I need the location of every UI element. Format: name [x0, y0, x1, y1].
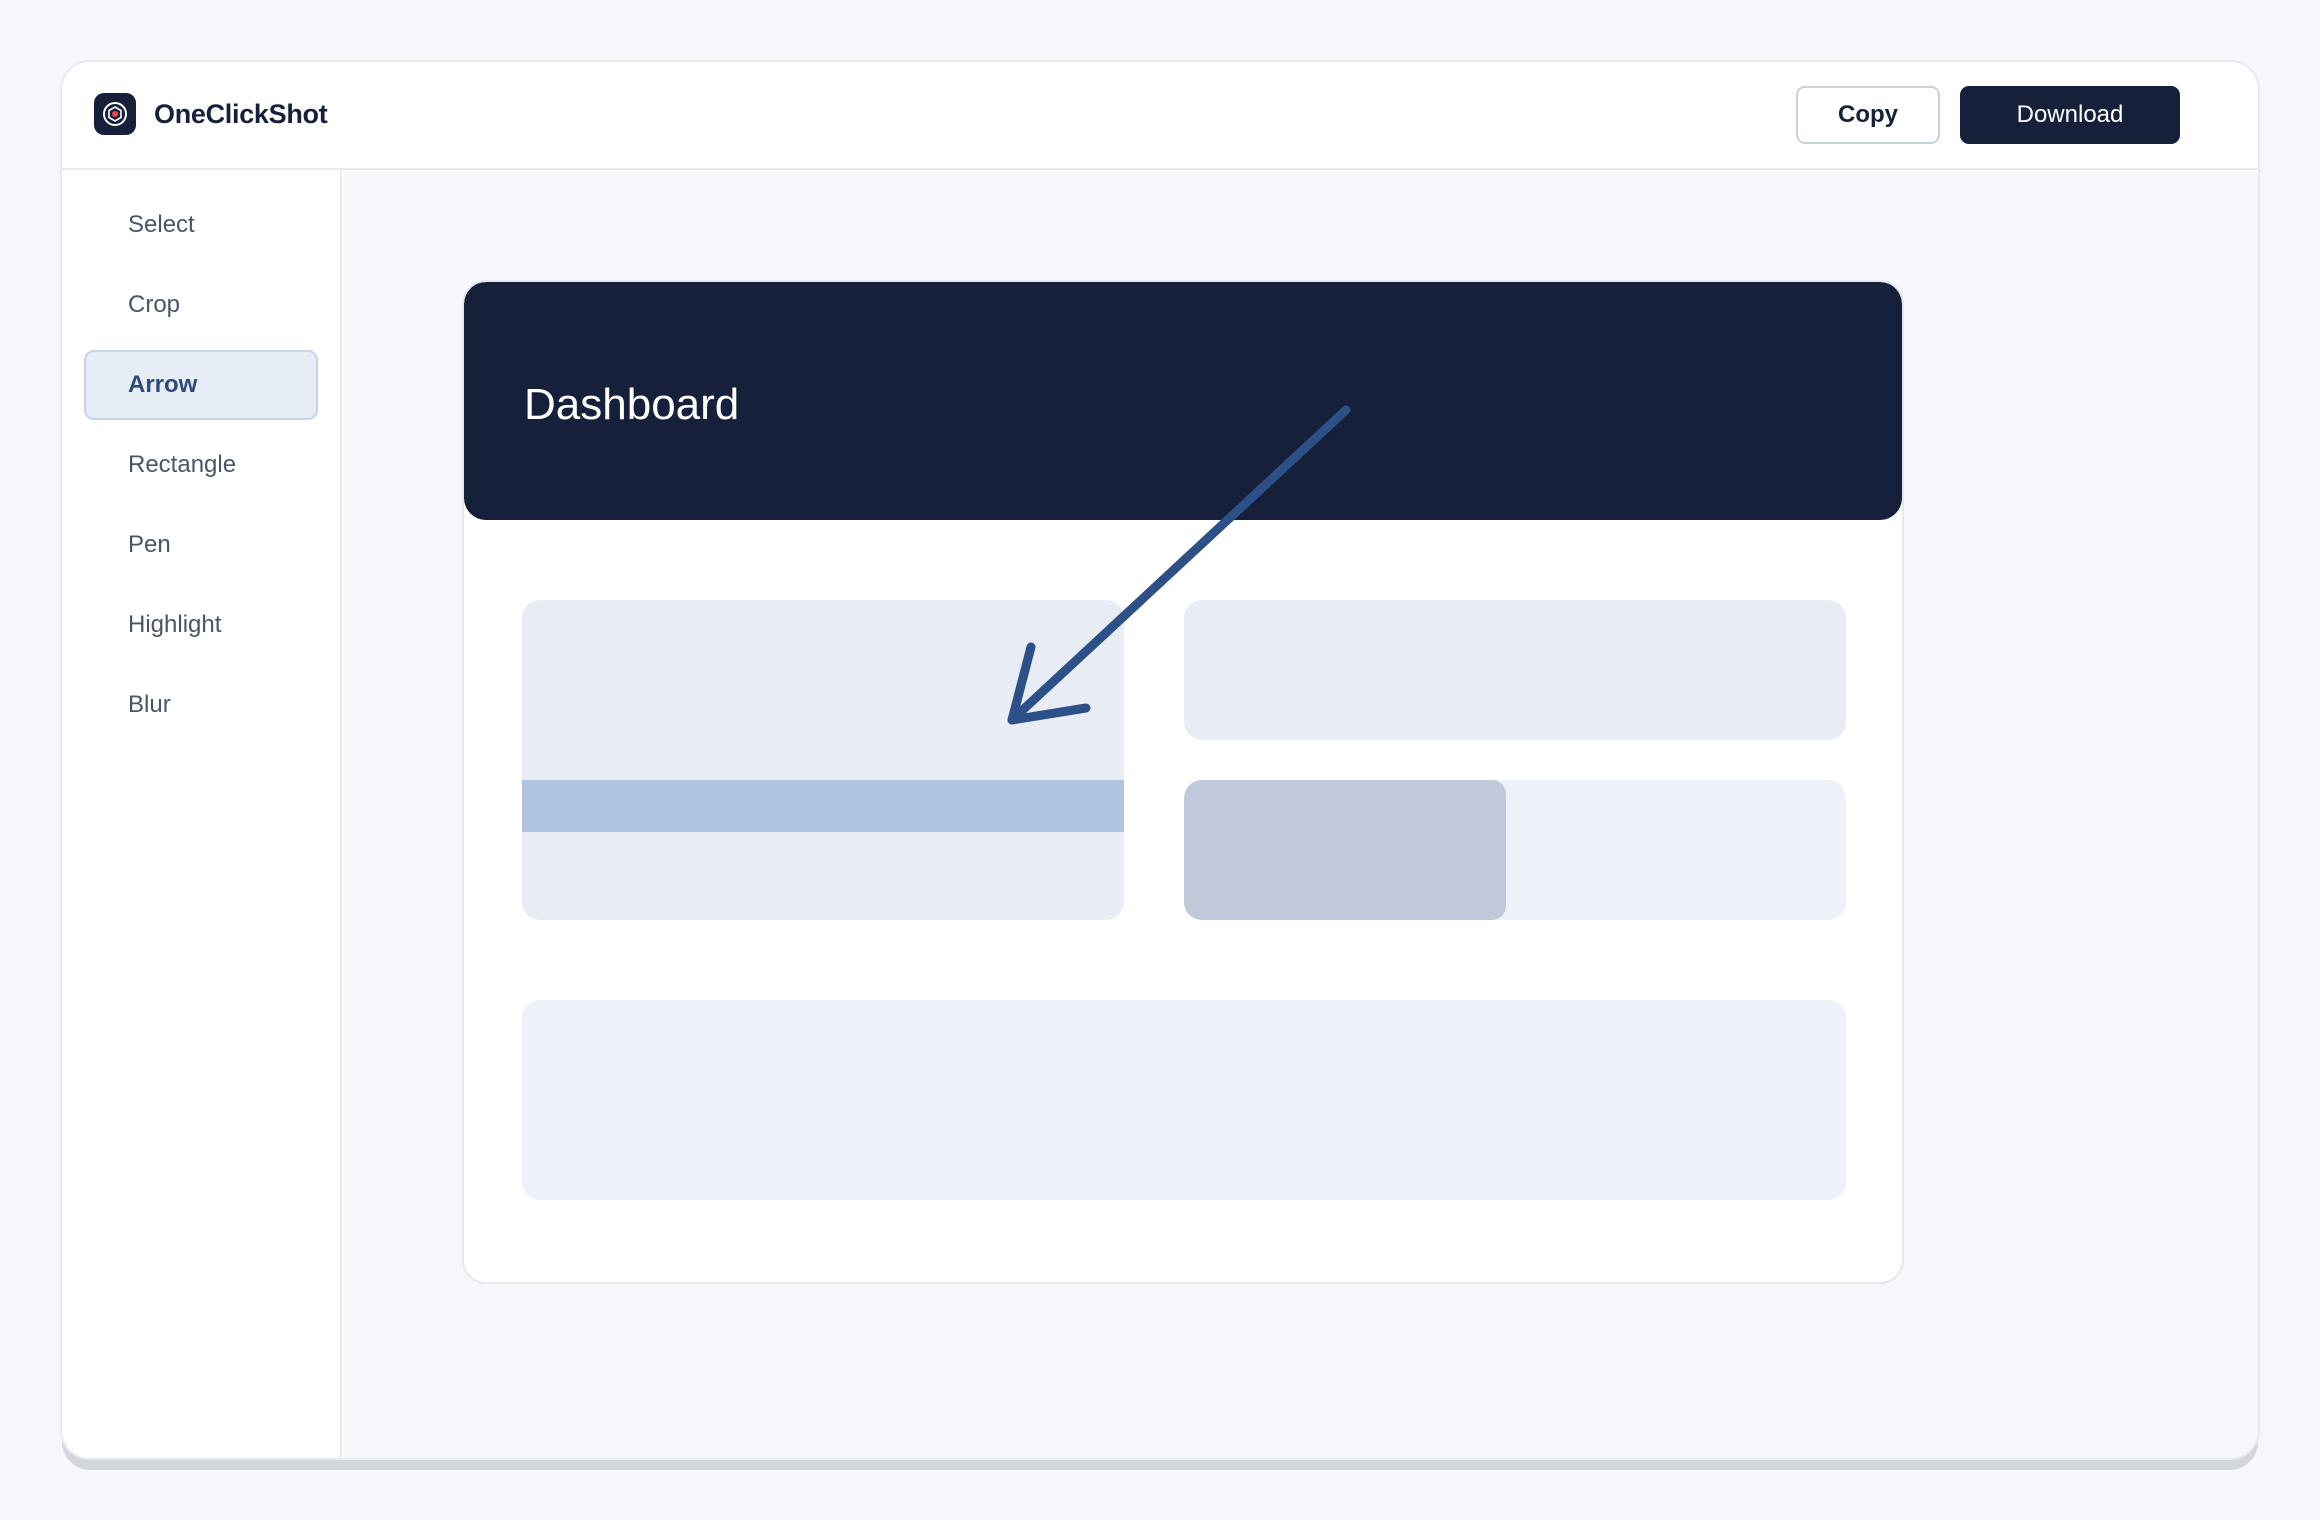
- tool-crop[interactable]: Crop: [84, 270, 318, 340]
- tool-blur[interactable]: Blur: [84, 670, 318, 740]
- placeholder-card-top-right: [1184, 600, 1846, 740]
- download-button[interactable]: Download: [1960, 86, 2180, 144]
- placeholder-card-left: [522, 600, 1124, 920]
- tool-rectangle[interactable]: Rectangle: [84, 430, 318, 500]
- tool-highlight[interactable]: Highlight: [84, 590, 318, 660]
- placeholder-card-wide: [522, 1000, 1846, 1200]
- app-name: OneClickShot: [154, 98, 328, 129]
- tool-select[interactable]: Select: [84, 190, 318, 260]
- screenshot-title: Dashboard: [524, 380, 740, 429]
- tool-pen[interactable]: Pen: [84, 510, 318, 580]
- placeholder-image-block: [1184, 780, 1506, 920]
- tool-sidebar: Select Crop Arrow Rectangle Pen Highligh…: [62, 170, 342, 1458]
- header-actions: Copy Download: [1796, 86, 2180, 144]
- app-window: OneClickShot Copy Download Select Crop A…: [60, 60, 2260, 1460]
- placeholder-highlight-bar: [522, 780, 1124, 832]
- tool-arrow[interactable]: Arrow: [84, 350, 318, 420]
- header: OneClickShot Copy Download: [62, 62, 2258, 170]
- editor-canvas[interactable]: Dashboard: [344, 172, 2258, 1458]
- placeholder-card-bottom-right: [1184, 780, 1846, 920]
- camera-aperture-icon: [94, 93, 136, 135]
- brand: OneClickShot: [94, 92, 328, 136]
- screenshot-banner: Dashboard: [464, 282, 1902, 520]
- screenshot-preview[interactable]: Dashboard: [462, 280, 1904, 1284]
- copy-button[interactable]: Copy: [1796, 86, 1940, 144]
